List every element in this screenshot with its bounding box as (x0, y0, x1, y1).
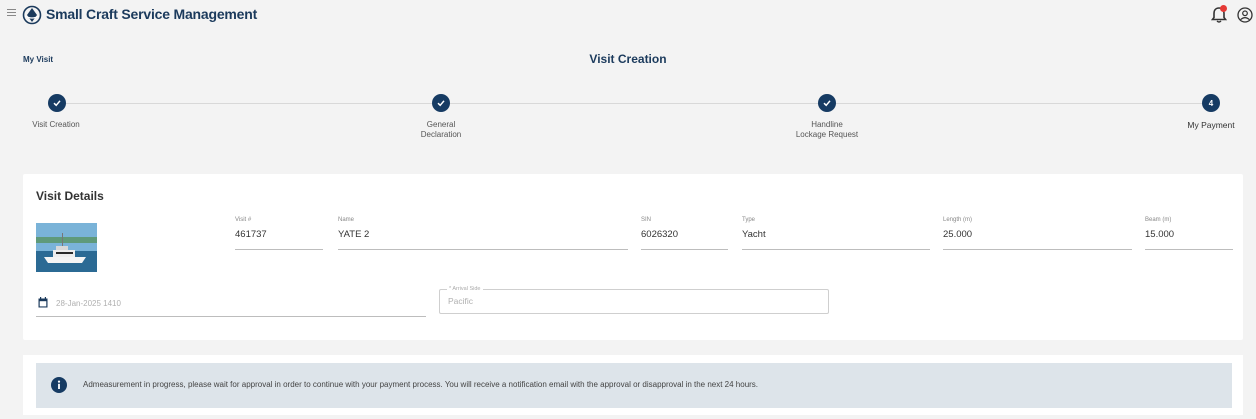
visit-details-card: Visit Details Visit # 461737 Name YATE 2… (23, 174, 1243, 340)
visit-number-label: Visit # (235, 217, 252, 223)
name-field: Name YATE 2 (338, 217, 628, 250)
stepper-line (55, 103, 1211, 104)
arrival-side-field[interactable]: * Arrival Side Pacific (439, 286, 829, 314)
beam-value: 15.000 (1145, 226, 1233, 250)
name-value: YATE 2 (338, 226, 628, 250)
sin-value: 6026320 (641, 226, 728, 250)
notification-badge (1220, 5, 1227, 12)
type-value: Yacht (742, 226, 930, 250)
arrival-side-label: * Arrival Side (447, 286, 483, 292)
check-icon (53, 100, 61, 107)
check-icon (823, 100, 831, 107)
step-1-circle[interactable] (48, 94, 66, 112)
length-field: Length (m) 25.000 (943, 217, 1132, 250)
info-icon (51, 377, 67, 393)
check-icon (437, 100, 445, 107)
visit-details-title: Visit Details (36, 189, 104, 203)
sin-label: SIN (641, 217, 652, 223)
arrival-date-value: 28-Jan-2025 1410 (56, 299, 121, 308)
notice-text: Admeasurement in progress, please wait f… (83, 380, 759, 389)
step-3-circle[interactable] (818, 94, 836, 112)
arrival-date-field[interactable]: 28-Jan-2025 1410 (36, 292, 426, 317)
ship-wheel-logo-icon (22, 5, 42, 25)
top-bar: Small Craft Service Management (0, 0, 1256, 30)
app-title: Small Craft Service Management (46, 6, 258, 22)
length-label: Length (m) (943, 217, 973, 223)
step-2-label: General Declaration (420, 120, 462, 139)
user-account-icon[interactable] (1237, 7, 1253, 23)
step-4-label: My Payment (1187, 120, 1235, 130)
hamburger-menu-icon[interactable] (7, 9, 16, 17)
step-1-label: Visit Creation (32, 120, 80, 129)
notice-card: Admeasurement in progress, please wait f… (23, 355, 1243, 415)
calendar-icon[interactable] (38, 297, 48, 308)
beam-field: Beam (m) 15.000 (1145, 217, 1233, 250)
admeasurement-notice: Admeasurement in progress, please wait f… (36, 363, 1232, 408)
step-4-circle[interactable]: 4 (1202, 94, 1220, 112)
type-field: Type Yacht (742, 217, 930, 250)
step-3-label: Handline Lockage Request (795, 120, 859, 139)
boat-photo (36, 223, 97, 272)
arrival-side-value: Pacific (448, 296, 474, 306)
name-label: Name (338, 217, 355, 223)
length-value: 25.000 (943, 226, 1132, 250)
visit-number-field: Visit # 461737 (235, 217, 323, 250)
visit-number-value: 461737 (235, 226, 323, 250)
sin-field: SIN 6026320 (641, 217, 728, 250)
type-label: Type (742, 217, 756, 223)
beam-label: Beam (m) (1145, 217, 1172, 223)
page-title: Visit Creation (589, 52, 667, 66)
step-2-circle[interactable] (432, 94, 450, 112)
